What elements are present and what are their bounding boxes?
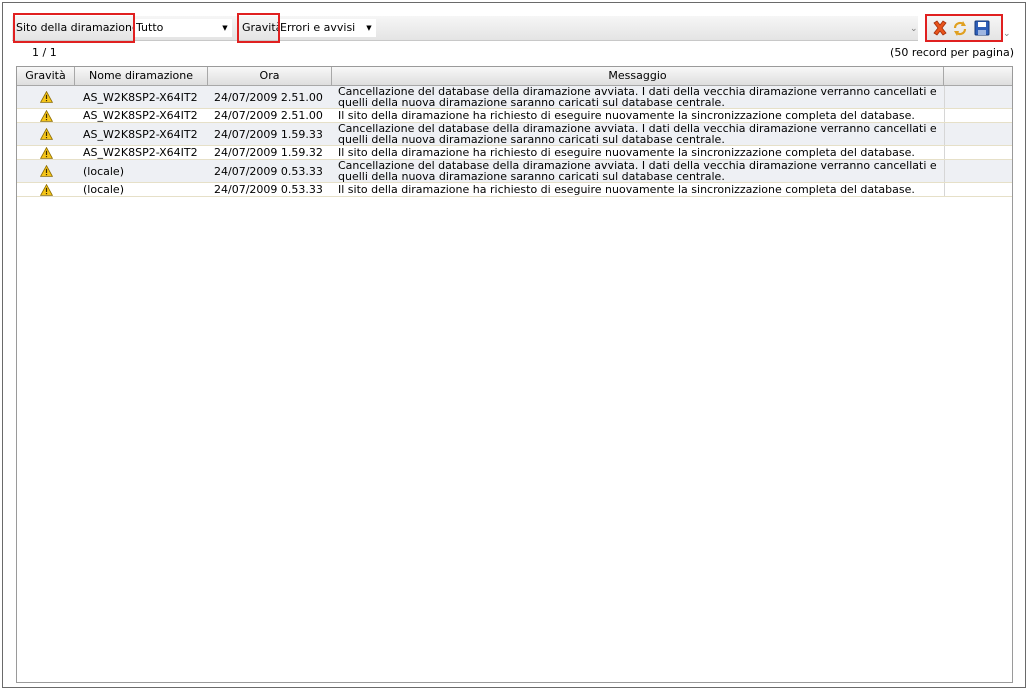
warning-icon xyxy=(39,109,53,122)
row-separator xyxy=(944,160,945,182)
severity-filter-highlight xyxy=(237,13,280,43)
severity-cell xyxy=(17,123,75,145)
chevron-down-icon[interactable]: ▼ xyxy=(220,19,230,37)
severity-cell xyxy=(17,109,75,122)
branch-name-cell: (locale) xyxy=(83,164,124,178)
column-header-branch-name[interactable]: Nome diramazione xyxy=(75,67,208,85)
site-select-value: Tutto xyxy=(136,21,164,34)
warning-icon xyxy=(39,128,53,140)
message-cell: Cancellazione del database della diramaz… xyxy=(338,122,937,146)
message-cell: Cancellazione del database della diramaz… xyxy=(338,85,937,109)
site-select[interactable]: Tutto ▼ xyxy=(134,19,232,37)
time-cell: 24/07/2009 0.53.33 xyxy=(214,164,323,178)
site-filter-highlight xyxy=(13,13,135,43)
message-cell: Il sito della diramazione ha richiesto d… xyxy=(338,146,915,159)
table-row[interactable]: AS_W2K8SP2-X64IT2 24/07/2009 2.51.00 Il si… xyxy=(17,109,1012,123)
branch-name-cell: (locale) xyxy=(83,183,124,196)
messages-table: Gravità Nome diramazione Ora Messaggio A… xyxy=(16,66,1013,683)
time-cell: 24/07/2009 1.59.32 xyxy=(214,146,323,159)
severity-select[interactable]: Errori e avvisi ▼ xyxy=(278,19,376,37)
branch-name-cell: AS_W2K8SP2-X64IT2 xyxy=(83,127,198,141)
severity-cell xyxy=(17,146,75,159)
actions-highlight xyxy=(925,14,1003,42)
column-header-severity[interactable]: Gravità xyxy=(17,67,75,85)
actions-grip-icon[interactable]: ⌄ xyxy=(1003,20,1011,40)
severity-cell xyxy=(17,183,75,196)
severity-cell xyxy=(17,86,75,108)
message-cell: Il sito della diramazione ha richiesto d… xyxy=(338,109,915,122)
table-row[interactable]: AS_W2K8SP2-X64IT2 24/07/2009 1.59.32 Il si… xyxy=(17,146,1012,160)
time-cell: 24/07/2009 0.53.33 xyxy=(214,183,323,196)
message-cell: Cancellazione del database della diramaz… xyxy=(338,159,937,183)
warning-icon xyxy=(39,146,53,159)
warning-icon xyxy=(39,91,53,103)
warning-icon xyxy=(39,183,53,196)
branch-name-cell: AS_W2K8SP2-X64IT2 xyxy=(83,90,198,104)
table-row[interactable]: (locale) 24/07/2009 0.53.33 Il sito della … xyxy=(17,183,1012,197)
records-per-page: (50 record per pagina) xyxy=(890,46,1014,59)
time-cell: 24/07/2009 2.51.00 xyxy=(214,90,323,104)
row-separator xyxy=(944,86,945,108)
column-header-filler xyxy=(944,67,1012,85)
row-separator xyxy=(944,146,945,159)
column-header-time[interactable]: Ora xyxy=(208,67,332,85)
table-header: Gravità Nome diramazione Ora Messaggio xyxy=(17,67,1012,86)
severity-cell xyxy=(17,160,75,182)
toolbar-grip-icon[interactable]: ⌄ xyxy=(910,22,918,36)
warning-icon xyxy=(39,165,53,177)
table-row[interactable]: AS_W2K8SP2-X64IT2 24/07/2009 1.59.33 Cance… xyxy=(17,123,1012,146)
severity-select-value: Errori e avvisi xyxy=(280,21,356,34)
table-row[interactable]: AS_W2K8SP2-X64IT2 24/07/2009 2.51.00 Cance… xyxy=(17,86,1012,109)
message-cell: Il sito della diramazione ha richiesto d… xyxy=(338,183,915,196)
page-indicator: 1 / 1 xyxy=(32,46,57,59)
filter-toolbar: Sito della diramazione: Tutto ▼ Gravità:… xyxy=(12,16,918,41)
time-cell: 24/07/2009 1.59.33 xyxy=(214,127,323,141)
column-header-message[interactable]: Messaggio xyxy=(332,67,944,85)
table-row[interactable]: (locale) 24/07/2009 0.53.33 Cancellazione … xyxy=(17,160,1012,183)
row-separator xyxy=(944,123,945,145)
time-cell: 24/07/2009 2.51.00 xyxy=(214,109,323,122)
row-separator xyxy=(944,183,945,196)
branch-name-cell: AS_W2K8SP2-X64IT2 xyxy=(83,109,198,122)
row-separator xyxy=(944,109,945,122)
chevron-down-icon[interactable]: ▼ xyxy=(364,19,374,37)
branch-name-cell: AS_W2K8SP2-X64IT2 xyxy=(83,146,198,159)
